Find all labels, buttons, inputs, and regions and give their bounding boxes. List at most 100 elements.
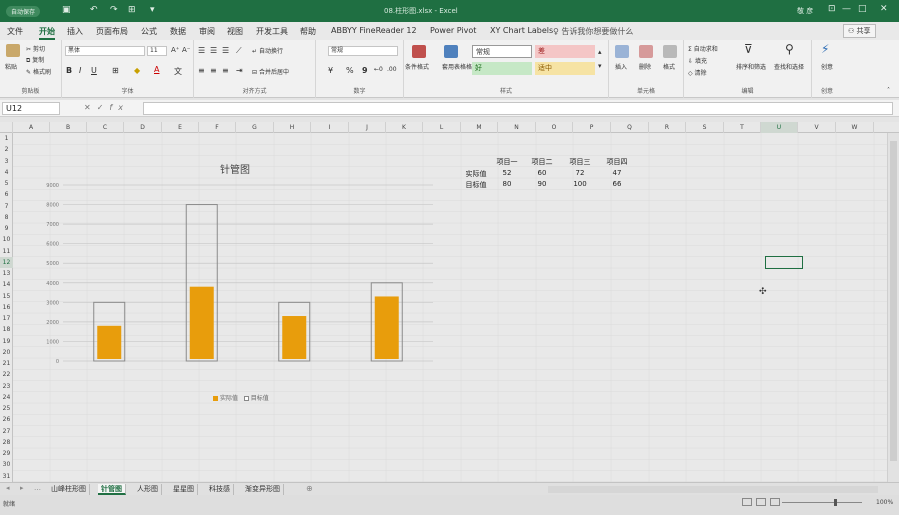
column-header[interactable]: B [50, 122, 87, 133]
row-header[interactable]: 8 [0, 212, 13, 223]
idea-button[interactable]: 创意 [821, 62, 833, 71]
paste-button[interactable]: 粘贴 [5, 62, 17, 71]
shrink-font-button[interactable]: A⁻ [182, 46, 190, 54]
column-header[interactable]: O [536, 122, 573, 133]
column-header[interactable]: C [87, 122, 124, 133]
tab-developer[interactable]: 开发工具 [256, 26, 288, 37]
format-cells-button[interactable]: 格式 [663, 62, 675, 71]
autosum-button[interactable]: Σ 自动求和 [688, 44, 718, 53]
actual-bar[interactable] [97, 325, 122, 359]
row-header[interactable]: 27 [0, 426, 13, 437]
border-icon[interactable]: ⊞ [112, 66, 119, 75]
save-icon[interactable]: ▣ [62, 5, 71, 15]
zoom-knob[interactable] [834, 499, 837, 506]
table-cell[interactable]: 72 [563, 169, 597, 177]
row-header[interactable]: 31 [0, 471, 13, 482]
paste-icon[interactable] [6, 44, 20, 57]
minimize-button[interactable]: — [842, 4, 851, 14]
user-name[interactable]: 敬 彦 [797, 6, 813, 16]
row-header[interactable]: 2 [0, 144, 13, 155]
tab-home[interactable]: 开始 [39, 26, 55, 40]
table-cell[interactable]: 47 [600, 169, 634, 177]
column-header[interactable]: U [761, 122, 798, 133]
fill-color-icon[interactable]: ◆ [134, 66, 140, 75]
column-header[interactable]: V [798, 122, 836, 133]
delete-cells-icon[interactable] [639, 45, 653, 58]
insert-cells-icon[interactable] [615, 45, 629, 58]
table-header[interactable]: 项目二 [525, 157, 559, 167]
table-format-icon[interactable] [444, 45, 458, 58]
close-button[interactable]: ✕ [880, 4, 888, 14]
redo-icon[interactable]: ↷ [110, 5, 118, 15]
column-header[interactable]: A [13, 122, 50, 133]
share-button[interactable]: ⚇ 共享 [843, 24, 876, 38]
horizontal-scrollbar[interactable] [548, 486, 878, 493]
table-header[interactable]: 项目三 [563, 157, 597, 167]
row-header[interactable]: 23 [0, 381, 13, 392]
row-header[interactable]: 10 [0, 234, 13, 245]
tab-page-layout[interactable]: 页面布局 [96, 26, 128, 37]
clear-button[interactable]: ◇ 清除 [688, 68, 707, 77]
normal-view-icon[interactable] [742, 498, 752, 506]
column-header[interactable]: R [649, 122, 686, 133]
row-header[interactable]: 9 [0, 223, 13, 234]
zoom-slider[interactable] [782, 502, 862, 503]
cut-button[interactable]: ✂ 剪切 [26, 44, 45, 53]
page-break-view-icon[interactable] [770, 498, 780, 506]
column-header[interactable]: H [274, 122, 311, 133]
merge-center-button[interactable]: ⊟ 合并后居中 [252, 67, 289, 76]
tab-insert[interactable]: 插入 [67, 26, 83, 37]
tab-review[interactable]: 审阅 [199, 26, 215, 37]
find-icon[interactable]: ⚲ [785, 42, 794, 56]
style-normal[interactable]: 常规 [472, 45, 532, 58]
conditional-format-button[interactable]: 条件格式 [405, 62, 429, 71]
tab-view[interactable]: 视图 [227, 26, 243, 37]
tell-me-search[interactable]: ♀ 告诉我你想要做什么 [553, 26, 633, 37]
column-header[interactable]: D [124, 122, 162, 133]
row-header[interactable]: 7 [0, 201, 13, 212]
column-header[interactable]: I [311, 122, 349, 133]
column-header[interactable]: Q [611, 122, 649, 133]
tab-xy-chart-labels[interactable]: XY Chart Labels [490, 26, 553, 35]
sort-filter-icon[interactable]: ⊽ [744, 42, 753, 56]
formula-input[interactable] [143, 102, 893, 115]
autosave-toggle[interactable]: 自动保存 [6, 6, 41, 17]
sheet-tab-needle[interactable]: 针管图 [98, 484, 126, 495]
font-color-icon[interactable]: A [154, 65, 159, 74]
format-cells-icon[interactable] [663, 45, 677, 58]
bold-button[interactable]: B [66, 66, 72, 75]
page-layout-view-icon[interactable] [756, 498, 766, 506]
name-box[interactable]: U12 [2, 102, 60, 115]
ribbon-display-icon[interactable]: ⊡ [828, 4, 836, 14]
column-header[interactable]: E [162, 122, 199, 133]
sort-filter-button[interactable]: 排序和筛选 [736, 62, 766, 71]
row-header[interactable]: 5 [0, 178, 13, 189]
table-header[interactable]: 项目一 [490, 157, 524, 167]
tab-abbyy[interactable]: ABBYY FineReader 12 [331, 26, 417, 35]
table-row-label[interactable]: 目标值 [459, 180, 493, 190]
font-name-select[interactable]: 黑体 [65, 46, 145, 56]
decrease-decimal-icon[interactable]: .00 [387, 66, 397, 73]
currency-icon[interactable]: ¥ [328, 66, 333, 75]
table-cell[interactable]: 66 [600, 180, 634, 188]
customize-qat-icon[interactable]: ▾ [150, 5, 155, 15]
row-header[interactable]: 18 [0, 324, 13, 335]
row-header[interactable]: 26 [0, 414, 13, 425]
zoom-level[interactable]: 100% [876, 499, 893, 506]
column-header[interactable]: M [461, 122, 498, 133]
phonetic-icon[interactable]: 文 [174, 66, 182, 77]
undo-icon[interactable]: ↶ [90, 5, 98, 15]
table-header[interactable]: 项目四 [600, 157, 634, 167]
next-sheet-icon[interactable]: ▸ [20, 484, 24, 492]
comma-button[interactable]: 9 [362, 66, 368, 75]
fill-button[interactable]: ⇩ 填充 [688, 56, 707, 65]
vertical-scrollbar[interactable] [887, 133, 899, 482]
row-header[interactable]: 11 [0, 246, 13, 257]
conditional-format-icon[interactable] [412, 45, 426, 58]
more-sheets-icon[interactable]: … [34, 484, 41, 492]
tab-help[interactable]: 帮助 [300, 26, 316, 37]
actual-bar[interactable] [282, 316, 307, 359]
align-top-icon[interactable]: ☰ [198, 46, 205, 55]
row-header[interactable]: 3 [0, 156, 13, 167]
worksheet-grid[interactable]: 项目一 项目二 项目三 项目四 实际值 52 60 72 47 目标值 80 90 100 66 针管图 … [13, 133, 887, 482]
